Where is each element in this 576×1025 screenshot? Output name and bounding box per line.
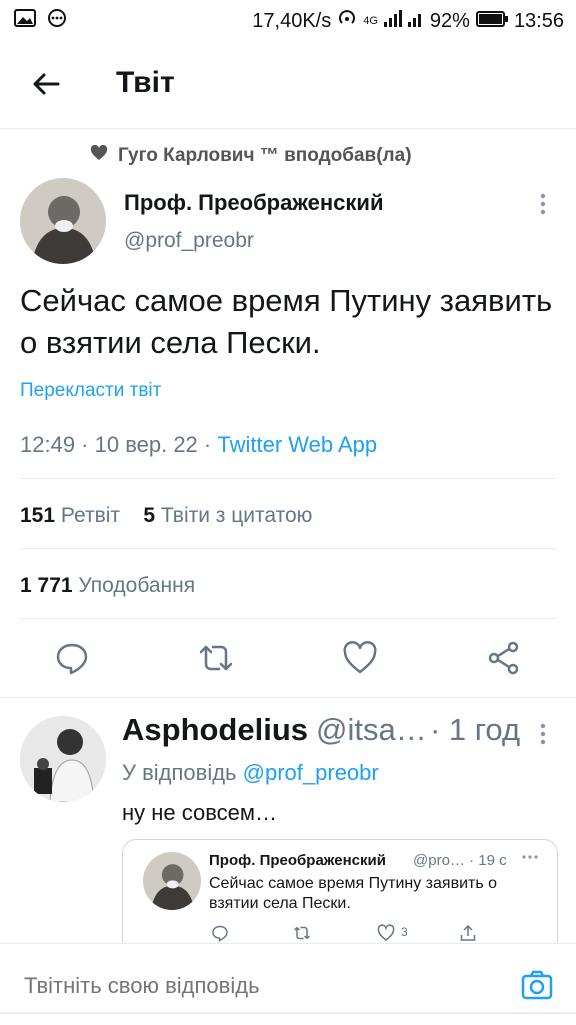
replying-to: У відповідь @prof_preobr [122,760,379,786]
quoted-author-handle: @pro… · 19 с [413,852,507,869]
battery-icon [475,10,508,33]
like-count: 1 771 [20,574,73,597]
reply-author-handle[interactable]: @itsa… [316,712,427,748]
battery-level: 92% [429,9,470,32]
quoted-more-icon [521,848,539,866]
reply-time: · 1 год [430,712,521,747]
replying-to-label: У відповідь [122,760,237,785]
liked-by-text: Гуго Карлович ™ вподобав(ла) [118,145,412,166]
top-app-bar: Твіт [0,40,576,129]
chat-icon [46,8,68,34]
like-icon[interactable] [342,640,378,676]
tweet-text: Сейчас самое время Путину заявить о взят… [20,283,553,360]
tweet-meta: 12:49 · 10 вер. 22 · Twitter Web App [20,432,377,458]
retweet-label: Ретвіт [60,504,121,527]
author-handle[interactable]: @prof_preobr [124,229,254,253]
quoted-tweet-text: Сейчас самое время Путину заявить о взят… [209,875,498,912]
quoted-author-avatar [143,852,201,910]
network-speed: 17,40K/s [252,9,332,32]
camera-icon[interactable] [520,968,554,1002]
divider [20,618,557,619]
network-type: 4G [363,15,378,27]
quoted-like-count: 3 [401,925,408,939]
more-options-icon[interactable] [536,192,550,216]
signal-icon [383,9,424,33]
social-context: Гуго Карлович ™ вподобав(ла) [90,144,412,167]
retweet-icon[interactable] [198,640,234,676]
author-avatar[interactable] [20,178,106,264]
divider [20,478,557,479]
reply-icon[interactable] [54,640,90,676]
author-name[interactable]: Проф. Преображенский [124,190,383,216]
hotspot-icon [337,8,357,34]
reply-author-name[interactable]: Asphodelius [122,712,308,748]
tweet-source-link[interactable]: Twitter Web App [217,432,377,457]
clock: 13:56 [513,9,564,32]
retweet-count: 151 [20,504,56,527]
reply-more-options-icon[interactable] [536,722,550,746]
bottom-divider [0,1012,576,1014]
back-arrow-icon[interactable] [28,66,64,102]
page-title: Твіт [116,66,175,99]
image-icon [14,9,36,33]
replying-to-handle[interactable]: @prof_preobr [243,760,379,785]
translate-tweet-link[interactable]: Перекласти твіт [20,380,161,402]
quote-count: 5 [143,504,156,527]
reply-text: ну не совсем… [122,800,278,825]
like-label: Уподобання [78,574,196,597]
quote-label: Твіти з цитатою [160,504,313,527]
like-stats[interactable]: 1 771 Уподобання [20,574,195,598]
divider [0,697,576,698]
tweet-actions [0,640,576,680]
retweet-stats[interactable]: 151 Ретвіт 5 Твіти з цитатою [20,504,312,528]
quoted-author-name: Проф. Преображенский [209,852,386,869]
reply-input[interactable] [22,972,314,1000]
tweet-timestamp: 12:49 · 10 вер. 22 · [20,432,218,457]
status-bar: 17,40K/s 4G 92% 13:56 [0,0,576,40]
reply-author-avatar[interactable] [20,716,106,802]
divider [20,548,557,549]
share-icon[interactable] [486,640,522,676]
heart-filled-icon [90,144,108,167]
